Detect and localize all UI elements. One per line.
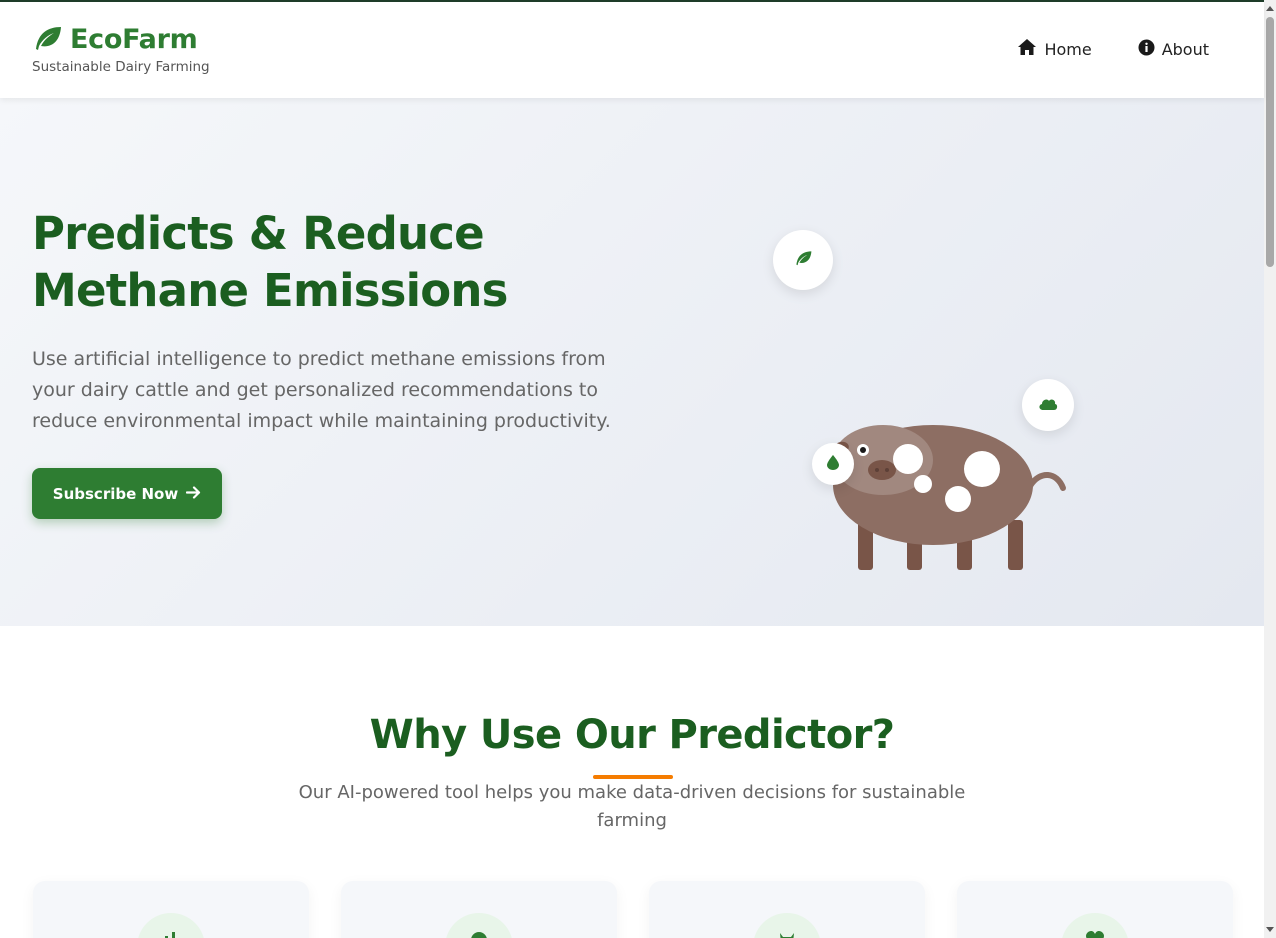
features-subtitle: Our AI-powered tool helps you make data-… [298, 782, 966, 831]
brand[interactable]: EcoFarm Sustainable Dairy Farming [32, 24, 210, 75]
subscribe-button[interactable]: Subscribe Now [32, 468, 222, 519]
scroll-up-arrow-icon[interactable] [1266, 6, 1274, 11]
arrow-right-icon [178, 485, 201, 503]
info-icon [1138, 39, 1162, 60]
leaf-logo-icon [32, 25, 62, 55]
hero-description: Use artificial intelligence to predict m… [32, 348, 611, 432]
hero-title: Predicts & Reduce Methane Emissions [32, 207, 508, 317]
feature-card [649, 881, 925, 938]
subscribe-button-label: Subscribe Now [52, 484, 179, 503]
cloud-icon [1038, 396, 1058, 415]
scroll-down-arrow-icon[interactable] [1266, 927, 1274, 932]
leaf-float-badge [773, 230, 833, 290]
globe-icon [470, 931, 488, 938]
feature-card-icon-circle [1061, 913, 1129, 938]
chart-icon [162, 931, 180, 938]
site-header: EcoFarm Sustainable Dairy Farming Home A… [0, 2, 1264, 98]
cloud-float-badge [1022, 379, 1074, 431]
feature-card [33, 881, 309, 938]
hero-section: Predicts & Reduce Methane Emissions Use … [0, 98, 1264, 626]
feature-card-icon-circle [137, 913, 205, 938]
leaf-icon [794, 250, 812, 270]
water-drop-float-badge [812, 443, 854, 485]
nav-home-label: Home [1044, 39, 1092, 59]
cow-illustration [825, 408, 1075, 582]
feature-card [341, 881, 617, 938]
nav-about-label: About [1161, 39, 1209, 59]
feature-card [957, 881, 1233, 938]
home-icon [1017, 38, 1044, 60]
feature-card-icon-circle [753, 913, 821, 938]
water-drop-icon [827, 454, 839, 474]
heart-icon [1086, 931, 1104, 938]
feature-card-icon-circle [445, 913, 513, 938]
features-title: Why Use Our Predictor? [369, 712, 895, 758]
nav-home-link[interactable]: Home [1017, 38, 1092, 60]
main-nav: Home About [971, 38, 1209, 60]
brand-subtitle: Sustainable Dairy Farming [32, 59, 210, 75]
scroll-thumb[interactable] [1266, 17, 1274, 267]
brand-title: EcoFarm [70, 24, 198, 55]
vertical-scrollbar[interactable] [1264, 0, 1276, 938]
cow-icon [778, 931, 796, 938]
nav-about-link[interactable]: About [1138, 38, 1209, 60]
